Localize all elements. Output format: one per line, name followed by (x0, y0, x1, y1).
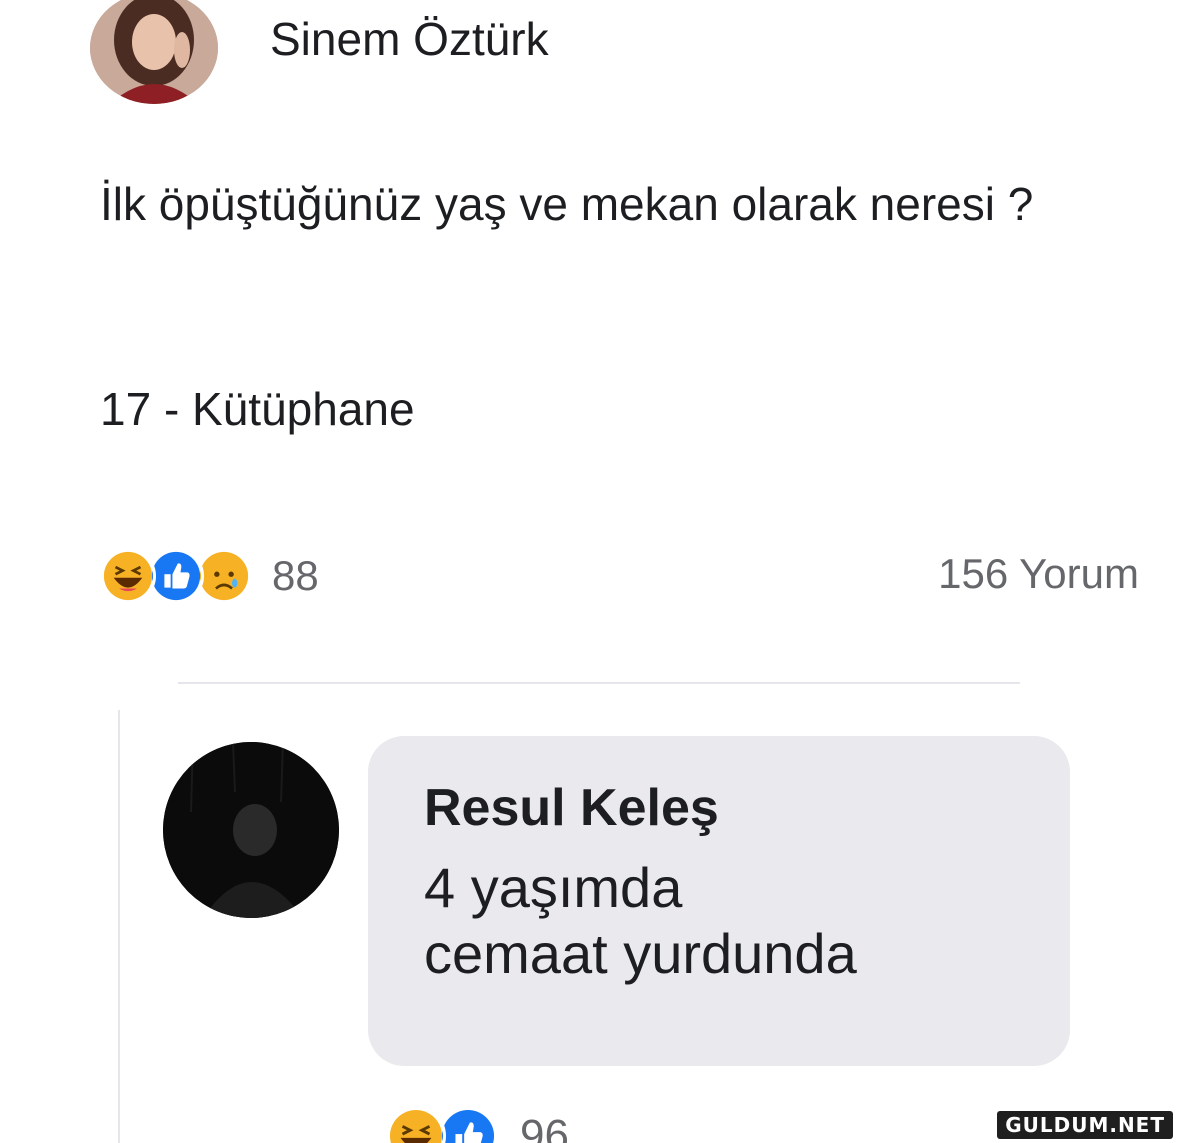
post-answer-text: 17 - Kütüphane (100, 383, 415, 435)
comment-reactions[interactable]: 96 (386, 1106, 569, 1143)
haha-icon (100, 548, 156, 604)
comment-count[interactable]: 156 Yorum (938, 550, 1139, 598)
like-icon (438, 1106, 498, 1143)
comment-thread-line (118, 710, 120, 1143)
sad-icon (196, 548, 252, 604)
comment-text: 4 yaşımda cemaat yurdunda (424, 856, 857, 986)
commenter-name[interactable]: Resul Keleş (424, 779, 1014, 837)
post-author-name[interactable]: Sinem Öztürk (270, 14, 549, 65)
post-reactions[interactable]: 88 (100, 548, 319, 604)
comment-reaction-count: 96 (520, 1111, 569, 1143)
comment-reaction-icons (386, 1106, 506, 1143)
site-watermark: GULDUM.NET (997, 1111, 1173, 1139)
reaction-count: 88 (272, 552, 319, 599)
avatar-photo (163, 742, 339, 918)
avatar-photo (90, 0, 218, 104)
post-author-avatar[interactable] (90, 0, 218, 104)
facebook-post-screenshot: Sinem Öztürk İlk öpüştüğünüz yaş ve meka… (0, 0, 1179, 1143)
commenter-avatar[interactable] (163, 742, 339, 918)
comment-bubble: Resul Keleş 4 yaşımda cemaat yurdunda (368, 736, 1070, 1066)
like-icon (148, 548, 204, 604)
reaction-icons (100, 548, 260, 604)
divider (178, 682, 1020, 684)
post-text: İlk öpüştüğünüz yaş ve mekan olarak nere… (100, 178, 1034, 230)
haha-icon (386, 1106, 446, 1143)
